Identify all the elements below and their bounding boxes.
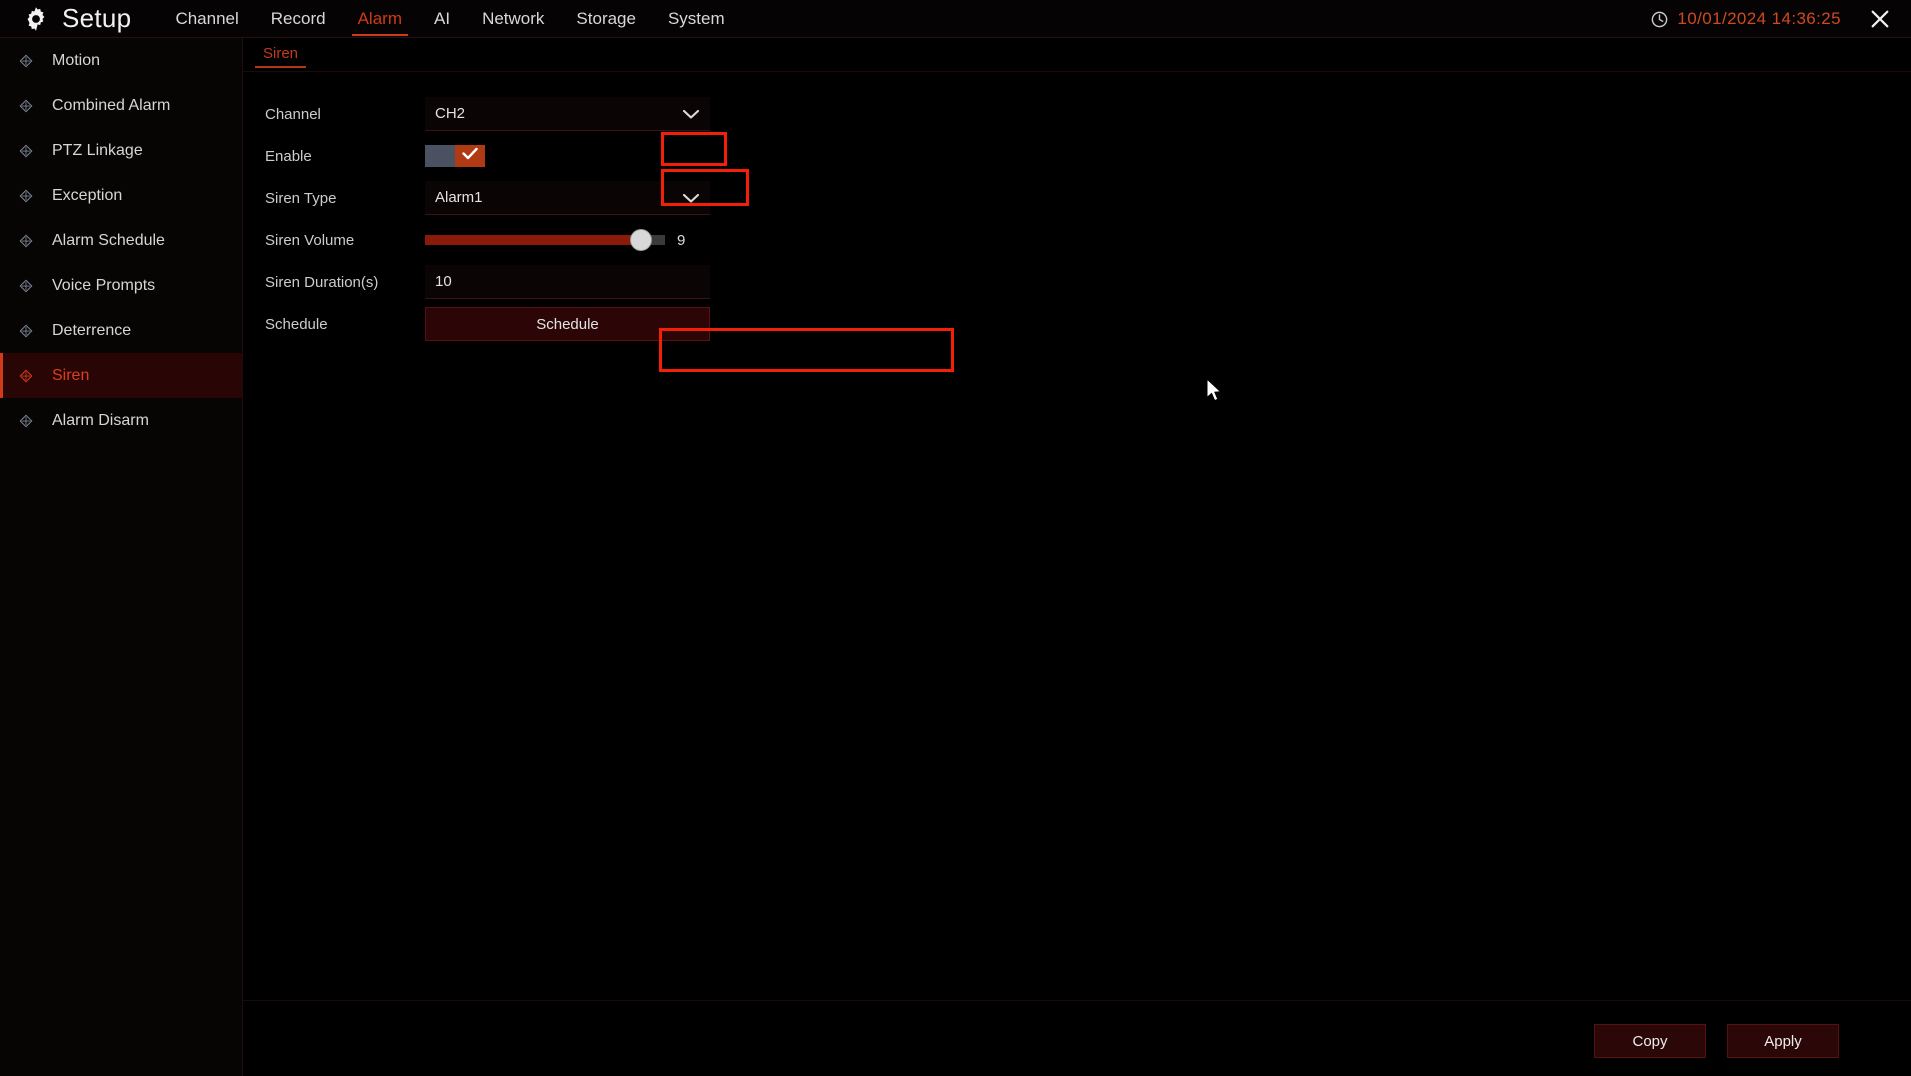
sidebar-item-deterrence[interactable]: Deterrence	[0, 308, 242, 353]
diamond-icon	[18, 323, 34, 339]
sidebar-item-ptz-linkage[interactable]: PTZ Linkage	[0, 128, 242, 173]
footer-bar: Copy Apply	[243, 1000, 1911, 1076]
diamond-icon	[18, 413, 34, 429]
content-panel: Siren Channel CH2 Enable Siren Type Alar…	[243, 38, 1911, 1076]
siren-type-select[interactable]: Alarm1	[425, 181, 710, 215]
siren-volume-label: Siren Volume	[265, 231, 355, 249]
tab-strip: Siren	[243, 38, 1911, 72]
sidebar-item-label: Exception	[52, 186, 123, 204]
sidebar-item-label: Deterrence	[52, 321, 132, 339]
sidebar-item-alarm-schedule[interactable]: Alarm Schedule	[0, 218, 242, 263]
menu-item-system[interactable]: System	[652, 0, 741, 38]
sidebar-item-exception[interactable]: Exception	[0, 173, 242, 218]
siren-type-label: Siren Type	[265, 189, 337, 207]
sidebar-item-siren[interactable]: Siren	[0, 353, 242, 398]
apply-button[interactable]: Apply	[1727, 1024, 1839, 1058]
sidebar-item-label: PTZ Linkage	[52, 141, 143, 159]
siren-volume-field: 9	[425, 224, 710, 256]
system-datetime: 10/01/2024 14:36:25	[1677, 9, 1841, 28]
sidebar-item-label: Siren	[52, 366, 90, 384]
check-icon	[462, 147, 478, 165]
enable-label: Enable	[265, 147, 312, 165]
enable-toggle[interactable]	[425, 145, 485, 167]
siren-volume-value: 9	[677, 231, 686, 249]
siren-type-value: Alarm1	[435, 189, 483, 206]
diamond-icon	[18, 188, 34, 204]
siren-duration-input[interactable]: 10	[425, 265, 710, 299]
tab-siren[interactable]: Siren	[255, 45, 307, 68]
sidebar-item-voice-prompts[interactable]: Voice Prompts	[0, 263, 242, 308]
channel-select[interactable]: CH2	[425, 97, 710, 131]
top-menu: Channel Record Alarm AI Network Storage …	[159, 0, 740, 38]
menu-item-storage[interactable]: Storage	[560, 0, 652, 38]
row-enable: Enable	[265, 135, 865, 177]
sidebar-item-label: Alarm Schedule	[52, 231, 165, 249]
toggle-off-half	[425, 145, 455, 167]
diamond-icon	[18, 368, 34, 384]
diamond-icon	[18, 278, 34, 294]
slider-thumb[interactable]	[630, 229, 652, 251]
slider-fill	[425, 235, 641, 245]
chevron-down-icon	[682, 108, 700, 120]
channel-label: Channel	[265, 105, 321, 123]
sidebar-item-combined-alarm[interactable]: Combined Alarm	[0, 83, 242, 128]
siren-settings-form: Channel CH2 Enable Siren Type Alarm1 Sir…	[265, 93, 865, 345]
row-channel: Channel CH2	[265, 93, 865, 135]
diamond-icon	[18, 143, 34, 159]
sidebar-item-label: Combined Alarm	[52, 96, 171, 114]
menu-item-alarm[interactable]: Alarm	[342, 0, 418, 38]
row-schedule: Schedule Schedule	[265, 303, 865, 345]
chevron-down-icon	[682, 192, 700, 204]
top-bar-right: 10/01/2024 14:36:25	[1650, 0, 1911, 38]
menu-item-ai[interactable]: AI	[418, 0, 466, 38]
diamond-icon	[18, 98, 34, 114]
row-siren-duration: Siren Duration(s) 10	[265, 261, 865, 303]
menu-item-channel[interactable]: Channel	[159, 0, 254, 38]
diamond-icon	[18, 233, 34, 249]
top-bar: Setup Channel Record Alarm AI Network St…	[0, 0, 1911, 38]
sidebar-item-motion[interactable]: Motion	[0, 38, 242, 83]
copy-button[interactable]: Copy	[1594, 1024, 1706, 1058]
sidebar-item-label: Motion	[52, 51, 101, 69]
clock-icon	[1650, 10, 1669, 29]
enable-field	[425, 140, 710, 172]
sidebar: Motion Combined Alarm PTZ Linkage Except…	[0, 38, 243, 1076]
sidebar-item-label: Alarm Disarm	[52, 411, 149, 429]
sidebar-item-alarm-disarm[interactable]: Alarm Disarm	[0, 398, 242, 443]
close-icon[interactable]	[1867, 6, 1893, 32]
diamond-icon	[18, 53, 34, 69]
row-siren-volume: Siren Volume 9	[265, 219, 865, 261]
siren-volume-slider[interactable]: 9	[425, 225, 685, 255]
row-siren-type: Siren Type Alarm1	[265, 177, 865, 219]
menu-item-network[interactable]: Network	[466, 0, 560, 38]
app-title: Setup	[62, 3, 132, 33]
schedule-button[interactable]: Schedule	[425, 307, 710, 341]
channel-value: CH2	[435, 105, 466, 122]
gear-icon	[22, 5, 50, 33]
siren-duration-label: Siren Duration(s)	[265, 273, 379, 291]
sidebar-item-label: Voice Prompts	[52, 276, 156, 294]
menu-item-record[interactable]: Record	[255, 0, 342, 38]
schedule-label: Schedule	[265, 315, 328, 333]
toggle-on-half	[455, 145, 485, 167]
